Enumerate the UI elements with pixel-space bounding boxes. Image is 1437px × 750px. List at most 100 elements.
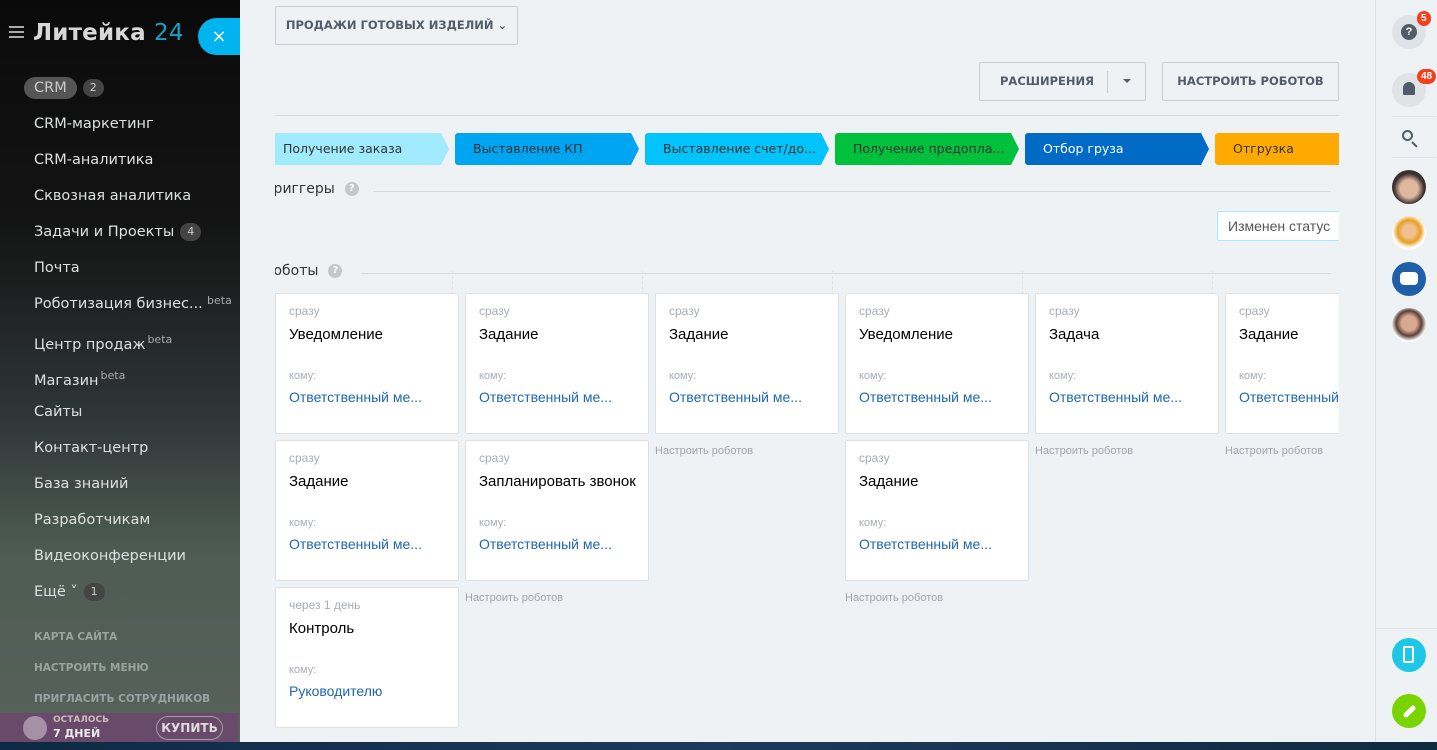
sidebar-item[interactable]: Видеоконференции (0, 538, 240, 574)
sidebar-item[interactable]: Магазин beta (0, 358, 240, 394)
robot-card[interactable]: сразу Уведомление кому: Ответственный ме... (275, 293, 459, 434)
stage-1[interactable]: Получение заказа (275, 133, 449, 165)
portal-logo[interactable]: Литейка 24 (33, 20, 184, 46)
robot-card[interactable]: сразу Задание кому: Ответственный ме... (275, 440, 459, 581)
crown-icon (23, 716, 47, 740)
help-icon[interactable]: ? (328, 264, 343, 278)
configure-robots-button[interactable]: НАСТРОИТЬ РОБОТОВ (1162, 62, 1339, 101)
sidebar-item[interactable]: База знаний (0, 466, 240, 502)
robot-delay: сразу (859, 451, 890, 465)
robot-responsible-link[interactable]: Ответственный ме... (289, 389, 422, 405)
extensions-button[interactable]: РАСШИРЕНИЯ (979, 62, 1146, 101)
triggers-title: Триггеры (275, 181, 335, 197)
buy-button[interactable]: КУПИТЬ (156, 716, 223, 740)
robot-card[interactable]: сразу Задание кому: Ответственный ме... (655, 293, 839, 434)
robot-responsible-link[interactable]: Руководителю (289, 683, 382, 699)
sidebar-item[interactable]: Ещё ˅ 1 (0, 574, 240, 610)
robot-to-label: кому: (479, 517, 507, 529)
stage-4[interactable]: Получение предопла... (835, 133, 1019, 165)
robot-title: Задание (479, 326, 539, 343)
sidebar-item[interactable]: Контакт-центр (0, 430, 240, 466)
robot-card[interactable]: сразу Задача кому: Ответственный ме... (1035, 293, 1219, 434)
menu-icon[interactable] (9, 26, 24, 38)
add-robot-link[interactable]: Настроить роботов (1225, 445, 1323, 457)
robot-responsible-link[interactable]: Ответственный ме... (479, 389, 612, 405)
sidebar-item[interactable]: Центр продаж beta (0, 322, 240, 358)
add-robot-link[interactable]: Настроить роботов (655, 445, 753, 457)
sidebar-item[interactable]: Разработчикам (0, 502, 240, 538)
robot-to-label: кому: (289, 664, 317, 676)
sidebar-item[interactable]: CRM 2 (0, 70, 240, 106)
sitemap-link[interactable]: КАРТА САЙТА (34, 628, 210, 659)
category-dropdown[interactable]: ПРОДАЖИ ГОТОВЫХ ИЗДЕЛИЙ ⌄ (275, 6, 518, 45)
robot-delay: сразу (859, 304, 890, 318)
help-button[interactable]: ? 5 (1392, 11, 1431, 49)
robot-responsible-link[interactable]: Ответственный ме... (289, 536, 422, 552)
add-robot-link[interactable]: Настроить роботов (1035, 445, 1133, 457)
stage-6[interactable]: Отгрузка (1215, 133, 1339, 165)
stage-2[interactable]: Выставление КП (455, 133, 639, 165)
robot-to-label: кому: (289, 517, 317, 529)
close-menu-button[interactable]: × (198, 18, 240, 55)
robot-title: Контроль (289, 620, 355, 637)
trigger-card[interactable]: Изменен статус (1217, 211, 1339, 241)
sidebar-item[interactable]: Роботизация бизнес... beta (0, 286, 240, 322)
robot-delay: сразу (479, 304, 510, 318)
avatar[interactable] (1392, 308, 1426, 342)
avatar[interactable] (1392, 216, 1426, 250)
group-chat-icon[interactable] (1392, 262, 1426, 296)
sidebar-item[interactable]: Почта (0, 250, 240, 286)
add-robot-link[interactable]: Настроить роботов (845, 592, 943, 604)
stage-5[interactable]: Отбор груза (1025, 133, 1209, 165)
robot-card[interactable]: через 1 день Контроль кому: Руководителю (275, 587, 459, 728)
sidebar-item-label: Видеоконференции (34, 548, 186, 564)
dropdown-arrow-icon[interactable] (1123, 79, 1131, 87)
sidebar-item-label: Контакт-центр (34, 440, 149, 456)
count-badge: 1 (83, 583, 105, 601)
search-button[interactable] (1392, 122, 1426, 156)
trial-label: ОСТАЛОСЬ (53, 715, 109, 725)
robot-card[interactable]: сразу Задание кому: Ответственный ме... (1225, 293, 1339, 434)
mobile-cloud-icon[interactable] (1392, 638, 1426, 672)
sidebar-item-label: CRM-аналитика (34, 152, 154, 168)
robot-title: Уведомление (859, 326, 954, 343)
beta-label: beta (147, 333, 173, 346)
help-badge: 5 (1417, 11, 1431, 26)
desktop-background (0, 742, 1437, 750)
robot-card[interactable]: сразу Уведомление кому: Ответственный ме... (845, 293, 1029, 434)
sidebar-item[interactable]: Задачи и Проекты 4 (0, 214, 240, 250)
robot-card[interactable]: сразу Задание кому: Ответственный ме... (465, 293, 649, 434)
count-badge: 4 (180, 223, 202, 241)
automation-board: Триггеры? Изменен статус Роботы? Получен… (275, 125, 1339, 742)
robot-responsible-link[interactable]: Ответственный ме... (479, 536, 612, 552)
robot-responsible-link[interactable]: Ответственный ме... (1049, 389, 1182, 405)
stage-3[interactable]: Выставление счет/до... (645, 133, 829, 165)
add-robot-link[interactable]: Настроить роботов (465, 592, 563, 604)
divider (275, 115, 1339, 116)
triggers-heading: Триггеры? (275, 181, 359, 197)
avatar[interactable] (1392, 170, 1426, 204)
robot-responsible-link[interactable]: Ответственный ме... (669, 389, 802, 405)
robot-to-label: кому: (859, 370, 887, 382)
phone-icon[interactable] (1392, 694, 1426, 728)
robot-card[interactable]: сразу Задание кому: Ответственный ме... (845, 440, 1029, 581)
robot-responsible-link[interactable]: Ответственный ме... (1239, 389, 1339, 405)
sidebar-item[interactable]: Сквозная аналитика (0, 178, 240, 214)
help-icon[interactable]: ? (344, 182, 359, 196)
robot-responsible-link[interactable]: Ответственный ме... (859, 389, 992, 405)
robot-title: Задание (289, 473, 349, 490)
robots-title: Роботы (275, 263, 319, 279)
robot-to-label: кому: (1049, 370, 1077, 382)
sidebar-item[interactable]: CRM-маркетинг (0, 106, 240, 142)
sidebar-item[interactable]: CRM-аналитика (0, 142, 240, 178)
robot-to-label: кому: (859, 517, 887, 529)
sidebar-item[interactable]: Сайты (0, 394, 240, 430)
notifications-button[interactable]: 48 (1392, 69, 1437, 107)
robot-title: Запланировать звонок (479, 473, 636, 490)
trial-banner: ОСТАЛОСЬ 7 ДНЕЙ КУПИТЬ (0, 713, 238, 742)
configure-menu-link[interactable]: НАСТРОИТЬ МЕНЮ (34, 659, 210, 690)
robot-to-label: кому: (1239, 370, 1267, 382)
search-icon (1402, 130, 1413, 141)
robot-card[interactable]: сразу Запланировать звонок кому: Ответствен… (465, 440, 649, 581)
robot-responsible-link[interactable]: Ответственный ме... (859, 536, 992, 552)
